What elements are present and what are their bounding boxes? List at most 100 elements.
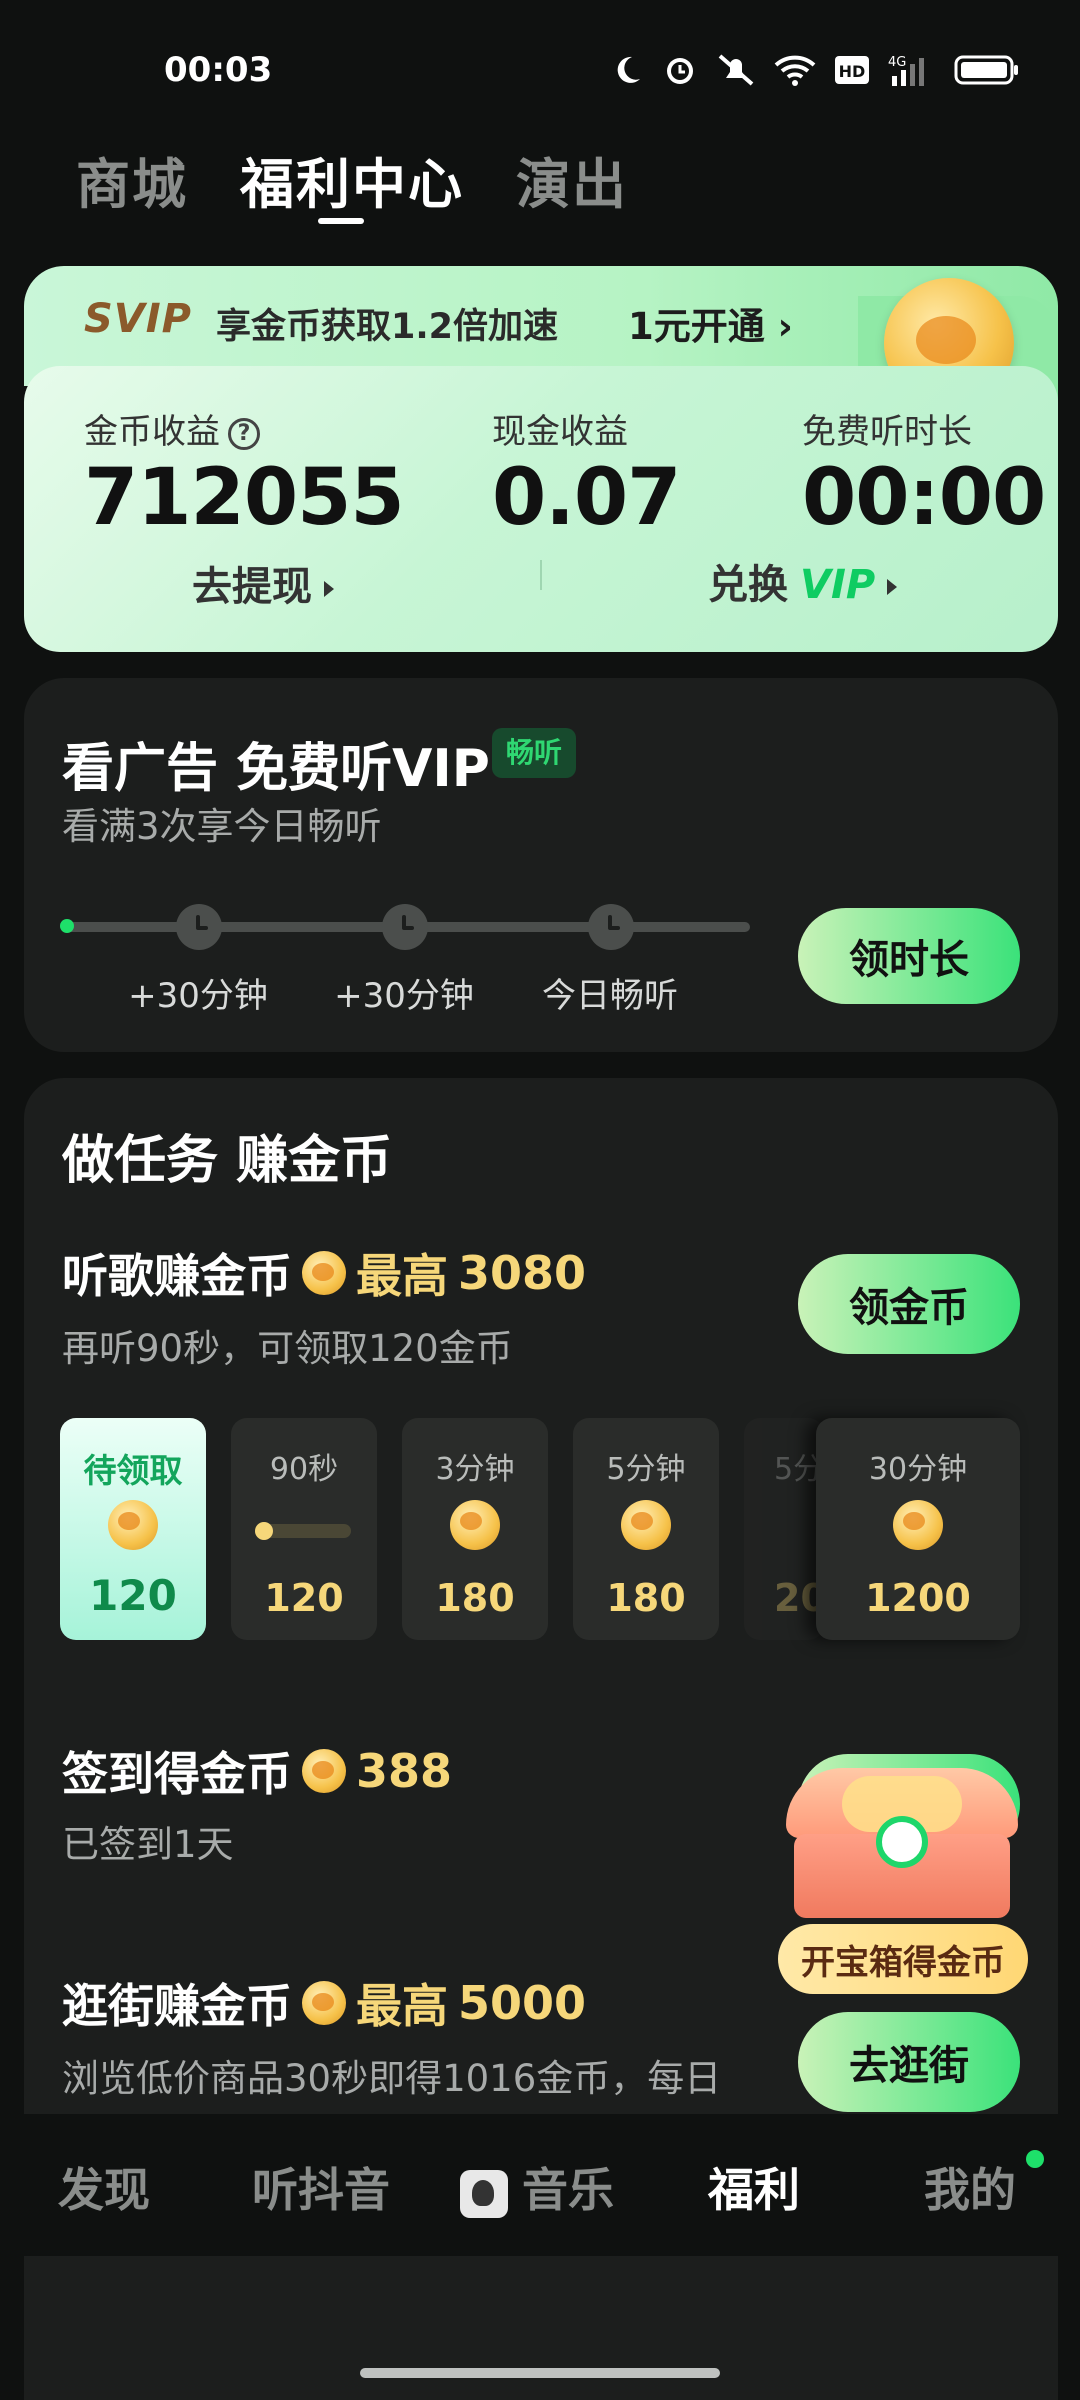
reward-progress-dot xyxy=(255,1522,273,1540)
reward-label: 待领取 xyxy=(83,1451,183,1490)
coin-icon xyxy=(302,1749,346,1793)
coin-earnings-value: 712055 xyxy=(84,453,405,543)
reward-label: 3分钟 xyxy=(435,1452,515,1487)
nav-music[interactable]: 音乐 xyxy=(460,2154,614,2220)
nav-music-label: 音乐 xyxy=(522,2163,614,2217)
alarm-icon xyxy=(667,58,693,84)
svip-card: SVIP 享金币获取1.2倍加速 1元开通 › 金币收益? 712055 现金收… xyxy=(24,266,1058,652)
withdraw-label: 去提现 xyxy=(192,564,312,610)
coin-icon xyxy=(450,1500,500,1550)
claim-duration-button[interactable]: 领时长 xyxy=(798,908,1020,1004)
divider xyxy=(540,560,542,590)
status-bar: 00:03 HD 4G xyxy=(0,0,1080,140)
coin-icon xyxy=(108,1500,158,1550)
cash-earnings-stat[interactable]: 现金收益 0.07 xyxy=(492,404,681,543)
coin-icon xyxy=(621,1500,671,1550)
listen-task-subtitle: 再听90秒，可领取120金币 xyxy=(62,1327,513,1370)
status-time: 00:03 xyxy=(164,50,273,90)
nav-discover[interactable]: 发现 xyxy=(58,2154,150,2220)
shopping-task-title-row: 逛街赚金币 最高 5000 xyxy=(62,1970,586,2036)
claim-coins-button[interactable]: 领金币 xyxy=(798,1254,1020,1354)
svip-promo-text: 享金币获取1.2倍加速 xyxy=(216,307,559,347)
reward-box-partial: 5分 20 xyxy=(744,1418,824,1640)
listen-task-title-row: 听歌赚金币 最高 3080 xyxy=(62,1240,586,1306)
status-icons: HD 4G xyxy=(610,52,1020,88)
listen-task-title: 听歌赚金币 xyxy=(62,1249,292,1303)
reward-box-3min[interactable]: 3分钟 180 xyxy=(402,1418,548,1640)
ad-free-vip-card: 看广告 免费听VIP 畅听 看满3次享今日畅听 +30分钟 +30分钟 今日畅听… xyxy=(24,678,1058,1052)
nav-welfare[interactable]: 福利 xyxy=(708,2154,800,2220)
top-tabs: 商城 福利中心 演出 xyxy=(76,140,628,219)
exchange-vip-link[interactable]: 兑换 VIP xyxy=(708,552,898,610)
go-shopping-button[interactable]: 去逛街 xyxy=(798,2012,1020,2112)
tab-mall[interactable]: 商城 xyxy=(76,140,188,219)
tasks-title: 做任务 赚金币 xyxy=(62,1131,393,1191)
cash-earnings-value: 0.07 xyxy=(492,453,681,543)
signin-task-title: 签到得金币 xyxy=(62,1747,292,1801)
svg-text:HD: HD xyxy=(839,62,866,81)
unlimited-badge: 畅听 xyxy=(492,728,577,778)
chest-lock-icon xyxy=(876,1816,928,1868)
reward-value: 120 xyxy=(264,1576,344,1620)
listen-task-max-value: 3080 xyxy=(458,1246,587,1300)
reward-value: 180 xyxy=(435,1576,515,1620)
reward-label: 90秒 xyxy=(269,1452,339,1487)
reward-box-5min[interactable]: 5分钟 180 xyxy=(573,1418,719,1640)
free-listen-label: 免费听时长 xyxy=(802,412,972,452)
help-icon[interactable]: ? xyxy=(228,417,260,450)
free-listen-value: 00:00 xyxy=(802,453,1046,543)
tab-shows[interactable]: 演出 xyxy=(516,140,628,219)
reward-box-claimable[interactable]: 待领取 120 xyxy=(60,1418,206,1640)
signin-task-subtitle: 已签到1天 xyxy=(62,1823,234,1866)
signal-4g-icon: 4G xyxy=(888,55,924,86)
svip-open-link[interactable]: 1元开通 › xyxy=(628,296,793,350)
battery-icon xyxy=(954,55,1018,85)
shopping-task-max-value: 5000 xyxy=(458,1976,587,2030)
coin-earnings-label-row: 金币收益? xyxy=(84,404,404,453)
reward-value: 120 xyxy=(89,1571,177,1620)
triangle-right-icon xyxy=(324,581,334,597)
reward-box-90s[interactable]: 90秒 120 xyxy=(231,1418,377,1640)
nav-listen-douyin[interactable]: 听抖音 xyxy=(252,2154,390,2220)
active-tab-indicator xyxy=(318,218,364,224)
mute-icon xyxy=(718,54,754,86)
shopping-task-subtitle: 浏览低价商品30秒即得1016金币，每日 xyxy=(62,2057,722,2100)
listen-task-max-prefix: 最高 xyxy=(356,1249,448,1303)
withdraw-link[interactable]: 去提现 xyxy=(192,554,334,612)
treasure-chest-icon[interactable] xyxy=(786,1768,1018,1918)
signin-task-value: 388 xyxy=(356,1744,453,1798)
ad-step-label: 今日畅听 xyxy=(542,976,678,1016)
progress-start-dot xyxy=(60,919,74,933)
coin-earnings-label: 金币收益 xyxy=(84,412,220,452)
svg-text:4G: 4G xyxy=(888,55,906,70)
clock-icon xyxy=(588,904,634,950)
treasure-chest-label[interactable]: 开宝箱得金币 xyxy=(778,1924,1028,1994)
clock-icon xyxy=(382,904,428,950)
notification-dot xyxy=(1026,2150,1044,2168)
reward-value: 180 xyxy=(606,1576,686,1620)
coin-earnings-stat[interactable]: 金币收益? 712055 xyxy=(84,404,405,543)
signin-task-title-row: 签到得金币 388 xyxy=(62,1738,452,1804)
wifi-icon xyxy=(774,55,816,86)
ad-step-label: +30分钟 xyxy=(334,976,474,1016)
svip-badge: SVIP xyxy=(84,296,192,342)
home-indicator[interactable] xyxy=(360,2368,720,2378)
music-app-icon xyxy=(460,2169,508,2218)
reward-progress-bar xyxy=(255,1522,351,1540)
ad-card-title: 看广告 免费听VIP xyxy=(62,739,490,799)
reward-value: 1200 xyxy=(865,1576,971,1620)
nav-me[interactable]: 我的 xyxy=(924,2154,1016,2220)
triangle-right-icon xyxy=(887,579,898,595)
tab-welfare-center[interactable]: 福利中心 xyxy=(240,140,464,219)
ad-step-label: +30分钟 xyxy=(128,976,268,1016)
free-listen-stat[interactable]: 免费听时长 00:00 xyxy=(802,404,1046,543)
shopping-task-max-prefix: 最高 xyxy=(356,1979,448,2033)
coin-icon xyxy=(302,1251,346,1295)
ad-card-subtitle: 看满3次享今日畅听 xyxy=(62,805,382,848)
reward-box-30min[interactable]: 30分钟 1200 xyxy=(816,1418,1020,1640)
vip-label: VIP xyxy=(800,562,876,608)
clock-icon xyxy=(176,904,222,950)
hd-icon: HD xyxy=(835,56,869,84)
moon-icon xyxy=(617,56,640,83)
earnings-panel: 金币收益? 712055 现金收益 0.07 免费听时长 00:00 去提现 兑… xyxy=(24,366,1058,652)
